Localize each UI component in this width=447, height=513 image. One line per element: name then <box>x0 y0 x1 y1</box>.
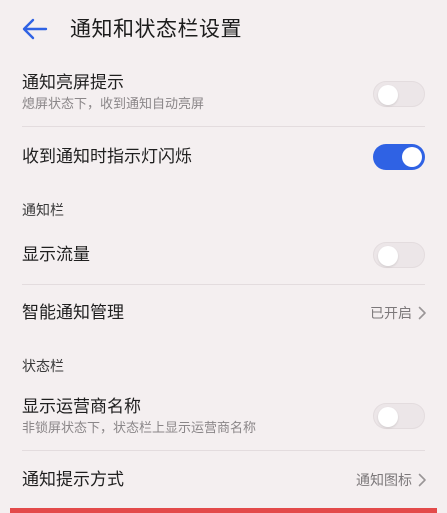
screen-wake-toggle[interactable] <box>373 81 425 107</box>
setting-title: 收到通知时指示灯闪烁 <box>22 147 192 167</box>
page-title: 通知和状态栏设置 <box>70 17 242 41</box>
toggle-knob <box>402 147 422 167</box>
section-label-status-bar: 状态栏 <box>22 359 64 375</box>
indicator-light-toggle[interactable] <box>373 144 425 170</box>
chevron-right-icon <box>418 306 426 320</box>
show-carrier-toggle[interactable] <box>373 403 425 429</box>
setting-title: 通知亮屏提示 <box>22 73 124 93</box>
show-traffic-toggle[interactable] <box>373 242 425 268</box>
toggle-knob <box>378 407 398 427</box>
divider <box>22 284 425 285</box>
section-label-notification-bar: 通知栏 <box>22 203 64 219</box>
chevron-right-icon <box>418 473 426 487</box>
toggle-knob <box>378 246 398 266</box>
arrow-left-icon <box>22 18 48 40</box>
setting-subtitle: 熄屏状态下，收到通知自动亮屏 <box>22 97 205 112</box>
divider <box>22 450 425 451</box>
bottom-edge-bar <box>10 508 437 513</box>
divider <box>22 126 425 127</box>
setting-title: 智能通知管理 <box>22 303 124 323</box>
smart-management-value[interactable]: 已开启 <box>370 303 427 323</box>
setting-value: 通知图标 <box>356 473 412 489</box>
notify-method-value[interactable]: 通知图标 <box>356 470 427 490</box>
header: 通知和状态栏设置 <box>0 0 447 58</box>
back-button[interactable] <box>20 14 50 44</box>
toggle-knob <box>378 85 398 105</box>
setting-subtitle: 非锁屏状态下，状态栏上显示运营商名称 <box>22 421 257 436</box>
setting-title: 显示运营商名称 <box>22 397 141 417</box>
setting-title: 显示流量 <box>22 245 90 265</box>
setting-value: 已开启 <box>370 306 412 322</box>
